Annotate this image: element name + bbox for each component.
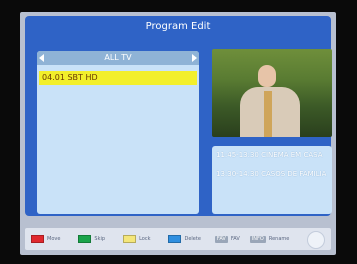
current-program: 11:45-13:30 CINEMA EM CASA: [216, 151, 323, 159]
green-key-icon: [78, 235, 92, 243]
red-key-icon: [31, 235, 44, 243]
yellow-key-icon: [123, 235, 137, 243]
list-item[interactable]: 04.01 SBT HD: [39, 71, 197, 85]
key-rename-label: Rename: [268, 236, 290, 242]
preview-person-stole: [264, 91, 272, 137]
right-arrow-icon[interactable]: [192, 54, 197, 62]
video-preview: [212, 49, 332, 137]
channel-list: ALL TV 04.01 SBT HD: [37, 51, 199, 214]
navigation-ring-icon: [307, 231, 325, 249]
list-header[interactable]: ALL TV: [37, 51, 199, 65]
key-fav[interactable]: FAV FAV: [214, 235, 240, 243]
key-move[interactable]: Move: [31, 235, 60, 243]
key-rename[interactable]: INFO Rename: [249, 235, 290, 243]
key-delete[interactable]: Delete: [168, 235, 201, 243]
preview-person-head: [258, 65, 276, 87]
fav-badge: FAV: [214, 235, 228, 243]
next-program: 13:30-14:30 CASOS DE FAMILIA: [216, 170, 327, 178]
blue-key-icon: [168, 235, 182, 243]
key-fav-label: FAV: [230, 236, 240, 242]
key-move-label: Move: [47, 236, 61, 242]
info-badge: INFO: [249, 235, 266, 243]
program-edit-panel: Program Edit ALL TV 04.01 SBT HD 11:45-1…: [25, 16, 332, 216]
page-title: Program Edit: [145, 21, 211, 32]
key-skip-label: Skip: [94, 236, 106, 242]
key-skip[interactable]: Skip: [78, 235, 105, 243]
key-delete-label: Delete: [184, 236, 201, 242]
list-item-label: 04.01 SBT HD: [42, 73, 98, 82]
key-legend: Move Skip Lock Delete FAV FAV INFO Renam…: [25, 228, 331, 250]
program-info: 11:45-13:30 CINEMA EM CASA 13:30-14:30 C…: [212, 146, 332, 214]
key-lock-label: Lock: [139, 236, 151, 242]
key-lock[interactable]: Lock: [123, 235, 150, 243]
left-arrow-icon[interactable]: [39, 54, 44, 62]
tv-screen: Program Edit ALL TV 04.01 SBT HD 11:45-1…: [20, 12, 336, 255]
list-header-label: ALL TV: [104, 53, 132, 62]
